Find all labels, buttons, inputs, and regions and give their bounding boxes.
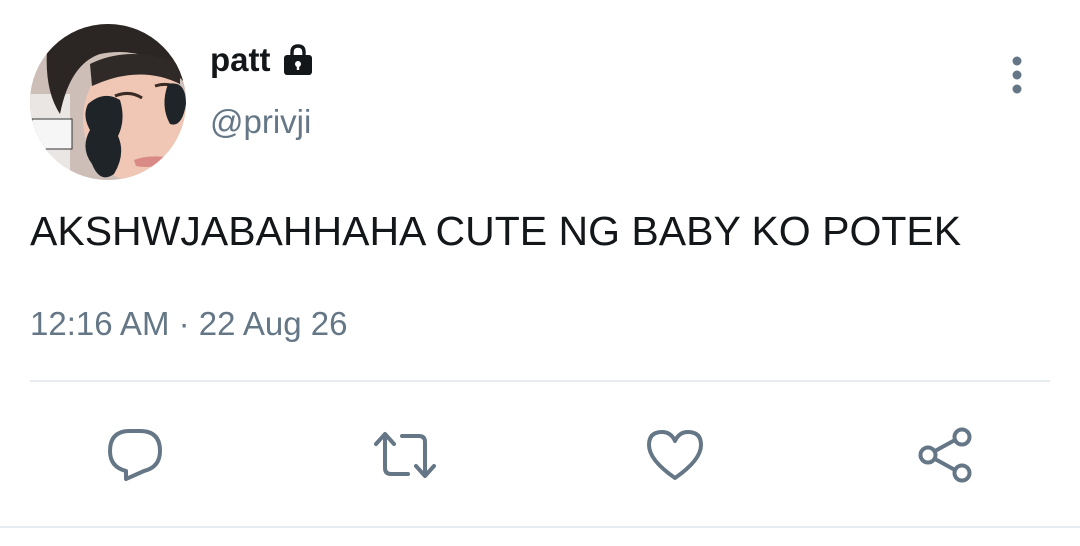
tweet-time: 12:16 AM [30,305,170,342]
heart-icon [647,430,703,480]
user-name-row: patt [210,40,315,80]
retweet-icon [374,432,436,478]
reply-icon [108,429,162,481]
share-button[interactable] [910,420,980,490]
tweet-text: AKSHWJABAHHAHA CUTE NG BABY KO POTEK [30,208,962,254]
like-button[interactable] [640,420,710,490]
divider [30,380,1050,382]
reply-button[interactable] [100,420,170,490]
user-handle[interactable]: @privji [210,100,311,144]
retweet-button[interactable] [370,420,440,490]
tweet-date: 22 Aug 26 [198,305,348,342]
more-vertical-icon [1012,56,1022,94]
more-options-button[interactable] [996,52,1038,98]
display-name[interactable]: patt [210,40,271,80]
share-icon [918,427,972,483]
tweet-timestamp[interactable]: 12:16 AM · 22 Aug 26 [30,302,347,346]
bottom-divider [0,526,1080,528]
meta-separator: · [178,305,190,342]
lock-icon [281,43,315,77]
avatar[interactable] [30,24,186,180]
tweet-detail: patt @privji AKSHWJABAHHAHA CUTE NG BABY… [0,0,1080,546]
avatar-photo [30,24,186,180]
